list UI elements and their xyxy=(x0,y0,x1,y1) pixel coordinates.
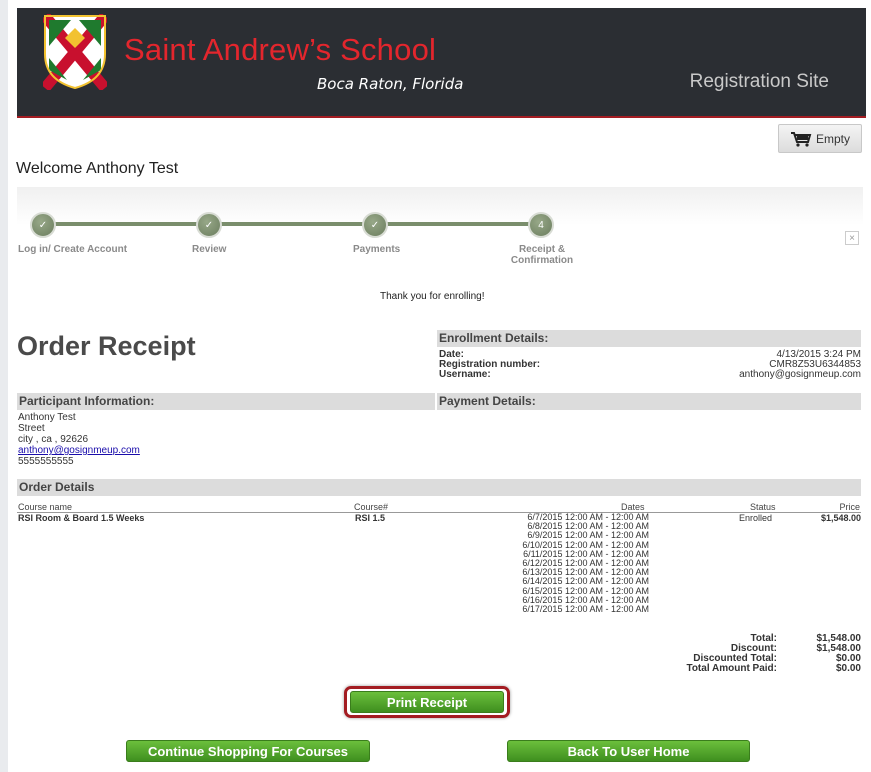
check-icon: ✓ xyxy=(38,219,48,231)
amount-paid-label: Total Amount Paid: xyxy=(686,663,777,674)
username-label: Username: xyxy=(439,369,491,380)
site-title: Registration Site xyxy=(689,71,829,92)
date-row: 6/17/2015 12:00 AM - 12:00 AM xyxy=(522,604,649,615)
participant-street: Street xyxy=(18,423,45,434)
page-title: Order Receipt xyxy=(17,331,196,361)
course-number-cell: RSI 1.5 xyxy=(355,513,386,523)
participant-info-heading: Participant Information: xyxy=(17,393,435,410)
progress-steps-band xyxy=(17,187,863,225)
step-1-complete: ✓ xyxy=(30,212,56,238)
order-table-header: Course name Course# Dates Status Price xyxy=(17,502,861,513)
continue-shopping-button[interactable]: Continue Shopping For Courses xyxy=(126,740,370,762)
order-details-heading: Order Details xyxy=(17,479,861,496)
totals-values: $1,548.00 $1,548.00 $0.00 $0.00 xyxy=(780,634,862,674)
participant-email-link[interactable]: anthony@gosignmeup.com xyxy=(18,445,140,456)
site-header: Saint Andrew’s School Boca Raton, Florid… xyxy=(17,8,866,118)
check-icon: ✓ xyxy=(204,219,214,231)
thank-you-message: Thank you for enrolling! xyxy=(380,291,485,302)
welcome-message: Welcome Anthony Test xyxy=(16,160,179,177)
status-cell: Enrolled xyxy=(739,513,773,523)
column-header-status: Status xyxy=(750,502,776,512)
cart-status-label: Empty xyxy=(815,131,850,146)
username-value: anthony@gosignmeup.com xyxy=(739,369,861,380)
left-edge-strip xyxy=(0,0,8,772)
school-crest-logo xyxy=(43,14,107,90)
print-receipt-button[interactable]: Print Receipt xyxy=(350,691,504,713)
check-icon: ✓ xyxy=(370,219,380,231)
totals-labels: Total: Discount: Discounted Total: Total… xyxy=(640,634,777,674)
price-cell: $1,548.00 xyxy=(820,513,861,523)
step-4-current: 4 xyxy=(528,212,554,238)
course-dates-list: 6/7/2015 12:00 AM - 12:00 AM 6/8/2015 12… xyxy=(478,512,649,615)
school-location: Boca Raton, Florida xyxy=(317,75,464,93)
step-2-complete: ✓ xyxy=(196,212,222,238)
cart-button[interactable]: Empty xyxy=(778,124,862,153)
amount-paid-value: $0.00 xyxy=(835,663,861,674)
column-header-course-name: Course name xyxy=(18,502,73,512)
close-icon[interactable]: × xyxy=(845,231,859,245)
participant-name: Anthony Test xyxy=(18,412,76,423)
participant-city: city , ca , 92626 xyxy=(18,434,89,445)
column-header-dates: Dates xyxy=(621,502,645,512)
column-header-price: Price xyxy=(839,502,860,512)
enrollment-details-heading: Enrollment Details: xyxy=(437,330,861,347)
participant-phone: 5555555555 xyxy=(18,456,74,467)
step-label-review: Review xyxy=(192,244,227,255)
column-header-course-number: Course# xyxy=(354,502,389,512)
step-label-payments: Payments xyxy=(353,244,401,255)
payment-details-heading: Payment Details: xyxy=(437,393,861,410)
back-to-user-home-button[interactable]: Back To User Home xyxy=(507,740,750,762)
shopping-cart-icon xyxy=(790,131,812,147)
step-label-receipt: Receipt & Confirmation xyxy=(510,244,574,266)
step-label-login: Log in/ Create Account xyxy=(18,244,128,255)
course-name-cell: RSI Room & Board 1.5 Weeks xyxy=(18,513,145,523)
school-name: Saint Andrew’s School xyxy=(124,32,437,67)
step-3-complete: ✓ xyxy=(362,212,388,238)
progress-line xyxy=(44,222,544,226)
step-4-number: 4 xyxy=(538,219,544,231)
